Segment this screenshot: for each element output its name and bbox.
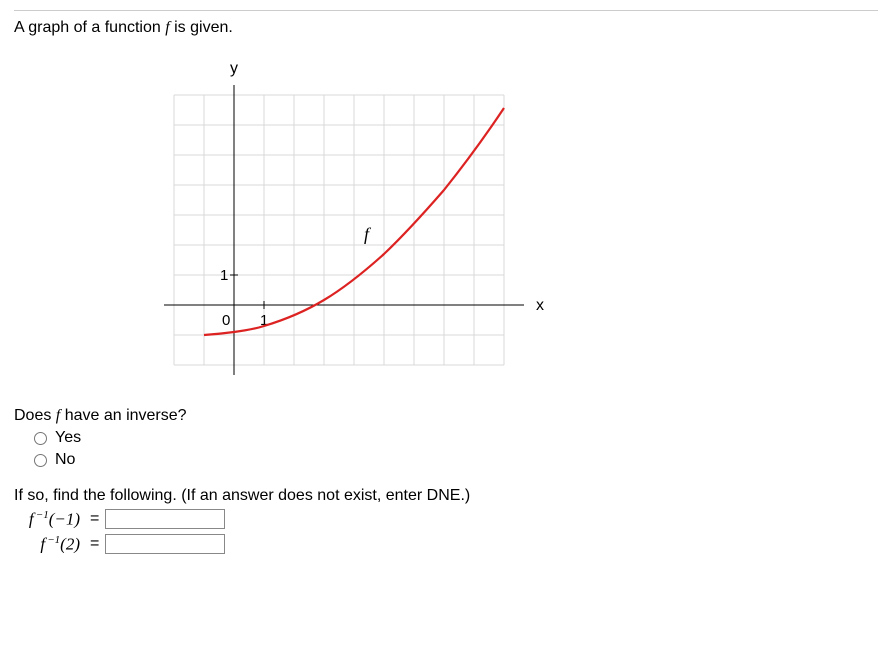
invq-prefix: Does bbox=[14, 407, 56, 424]
origin-label: 0 bbox=[222, 312, 230, 329]
followup-block: If so, find the following. (If an answer… bbox=[14, 487, 878, 554]
curve-label-f: f bbox=[364, 224, 372, 244]
radio-no[interactable] bbox=[34, 454, 47, 467]
prompt-text: A graph of a function f is given. bbox=[14, 19, 878, 37]
eq-sign-1: = bbox=[84, 535, 105, 553]
answer-input-1[interactable] bbox=[105, 534, 225, 554]
tick-y-1: 1 bbox=[220, 267, 228, 284]
radio-no-label: No bbox=[55, 451, 75, 469]
y-axis-label: y bbox=[230, 60, 238, 77]
x-axis-label: x bbox=[536, 297, 544, 314]
eq-sign-0: = bbox=[84, 510, 105, 528]
eq-label-1: f −1(2) bbox=[14, 534, 84, 555]
invq-suffix: have an inverse? bbox=[60, 407, 186, 424]
followup-text: If so, find the following. (If an answer… bbox=[14, 487, 878, 505]
function-graph: y x 0 1 1 f bbox=[154, 45, 554, 395]
radio-yes[interactable] bbox=[34, 432, 47, 445]
radio-row-no[interactable]: No bbox=[34, 451, 878, 469]
eq-label-0: f −1(−1) bbox=[14, 509, 84, 530]
eq-row-0: f −1(−1) = bbox=[14, 509, 878, 530]
inverse-question-text: Does f have an inverse? bbox=[14, 407, 878, 425]
prompt-prefix: A graph of a function bbox=[14, 19, 165, 36]
graph-area: y x 0 1 1 f bbox=[154, 45, 878, 395]
question-container: A graph of a function f is given. bbox=[14, 10, 878, 554]
answer-input-0[interactable] bbox=[105, 509, 225, 529]
eq-row-1: f −1(2) = bbox=[14, 534, 878, 555]
prompt-suffix: is given. bbox=[170, 19, 233, 36]
inverse-question: Does f have an inverse? Yes No bbox=[14, 407, 878, 469]
radio-yes-label: Yes bbox=[55, 429, 81, 447]
axes bbox=[164, 85, 524, 375]
radio-row-yes[interactable]: Yes bbox=[34, 429, 878, 447]
